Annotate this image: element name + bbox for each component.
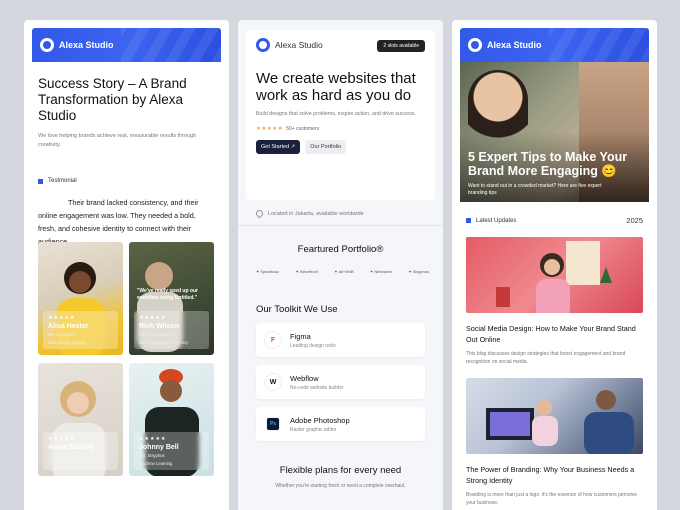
brand-header: Alexa Studio xyxy=(32,28,221,62)
logo-icon[interactable] xyxy=(468,38,482,52)
hero-subtitle: Want to stand out in a crowded market? H… xyxy=(468,183,602,196)
post-image[interactable] xyxy=(466,378,643,454)
post-photo xyxy=(486,390,634,454)
plans-subtitle: Whether you're starting fresh or need a … xyxy=(275,483,406,489)
person-name: Rich Wilson xyxy=(139,323,179,330)
logo-icon[interactable] xyxy=(40,38,54,52)
testimonial-overlay: ★★★★★ Johnny Bell PM, Sisyphus Machine L… xyxy=(134,432,209,470)
divider xyxy=(238,225,443,226)
hero-section: Alexa Studio 2 slots available We create… xyxy=(246,30,435,200)
customer-count: 50+ customers xyxy=(286,126,320,132)
get-started-button[interactable]: Get Started ↗ xyxy=(256,140,301,154)
availability-badge[interactable]: 2 slots available xyxy=(377,40,425,52)
toolkit-title: Our Toolkit We Use xyxy=(256,304,338,315)
location-line: Located in Jakarta, available worldwide xyxy=(254,208,425,219)
tool-desc: Leading design tools xyxy=(290,342,336,349)
tool-name: Webflow xyxy=(290,373,319,383)
person-role: PM, Sisyphus xyxy=(139,453,165,458)
testimonial-overlay: ★★★★★ Alisa Hester PM, Hourglass Web Des… xyxy=(43,311,118,349)
latest-updates-header: Latest Updates 2025 xyxy=(466,216,643,225)
tool-desc: Raster graphic editor xyxy=(290,426,337,433)
person-name: Johnny Bell xyxy=(139,444,179,451)
portfolio-title: Feartured Portfolio® xyxy=(297,244,384,255)
tool-item-figma[interactable]: F Figma Leading design tools xyxy=(256,323,425,357)
rating-stars: ★★★★★ xyxy=(48,436,76,442)
blog-card: Alexa Studio 5 Expert Tips to Make Your … xyxy=(452,20,657,510)
square-icon xyxy=(38,178,43,184)
testimonial-overlay: ★★★★★ Annie Stanley Designer, Catalog UX… xyxy=(43,432,118,470)
customer-rating: ★★★★★ 50+ customers xyxy=(256,126,425,132)
testimonial-quote-overlay: "We've really sped up our workflow using… xyxy=(137,288,198,301)
testimonial-card[interactable]: ★★★★★ Alisa Hester PM, Hourglass Web Des… xyxy=(38,242,123,355)
brand-logo: Nietzsche xyxy=(370,269,392,274)
plans-title: Flexible plans for every need xyxy=(279,465,402,476)
tool-name: Figma xyxy=(290,331,311,341)
tool-item-webflow[interactable]: W Webflow No-code website builder xyxy=(256,365,425,399)
brand-name[interactable]: Alexa Studio xyxy=(275,40,323,50)
post-image[interactable] xyxy=(466,237,643,313)
section-tag: Testmonial xyxy=(38,178,215,184)
hero-subtitle: Build designs that solve problems, inspi… xyxy=(256,111,416,117)
testimonial-card[interactable]: ★★★★★ Annie Stanley Designer, Catalog UX… xyxy=(38,363,123,476)
testimonial-overlay: ★★★★★ Rich Wilson COO, Command+R Web Dev… xyxy=(134,311,209,349)
hero-title: 5 Expert Tips to Make Your Brand More En… xyxy=(468,150,628,178)
latest-label: Latest Updates xyxy=(476,217,517,224)
person-company: Machine Learning xyxy=(139,460,173,466)
person-company: Web Development Agency xyxy=(139,339,189,345)
rating-stars: ★★★★★ xyxy=(139,436,167,442)
portfolio-button[interactable]: Our Portfolio xyxy=(305,140,347,154)
brand-logo: Wavefront xyxy=(295,269,318,274)
rating-stars: ★★★★★ xyxy=(256,126,284,132)
post-title[interactable]: The Power of Branding: Why Your Business… xyxy=(466,464,643,486)
post-desc: Branding is more than just a logo; it's … xyxy=(466,492,638,506)
person-role: Designer, Catalog xyxy=(48,453,82,458)
page-title: Success Story – A Brand Transformation b… xyxy=(38,76,187,123)
brand-name[interactable]: Alexa Studio xyxy=(59,40,114,50)
tag-label: Testmonial xyxy=(48,178,77,184)
person-name: Annie Stanley xyxy=(48,444,95,451)
hero-title: We create websites that work as hard as … xyxy=(256,70,416,104)
webflow-icon: W xyxy=(264,373,282,391)
cta-buttons: Get Started ↗ Our Portfolio xyxy=(256,140,425,154)
figma-icon: F xyxy=(264,331,282,349)
brand-header: Alexa Studio xyxy=(460,28,649,62)
person-company: UX Agency xyxy=(48,460,69,466)
location-pin-icon xyxy=(254,208,265,219)
featured-post-hero[interactable]: 5 Expert Tips to Make Your Brand More En… xyxy=(460,62,649,202)
testimonial-card[interactable]: ★★★★★ Johnny Bell PM, Sisyphus Machine L… xyxy=(129,363,214,476)
year-label: 2025 xyxy=(626,216,643,225)
page-subtitle: We love helping brands achieve real, mea… xyxy=(38,133,197,148)
agency-landing-card: Alexa Studio 2 slots available We create… xyxy=(238,20,443,510)
logo-icon[interactable] xyxy=(256,38,270,52)
testimonial-quote: Their brand lacked consistency, and thei… xyxy=(38,198,199,246)
person-company: Web Design Agency xyxy=(48,339,86,345)
person-role: COO, Command+R xyxy=(139,332,176,337)
square-icon xyxy=(466,218,471,223)
post-title[interactable]: Social Media Design: How to Make Your Br… xyxy=(466,323,643,345)
location-text: Located in Jakarta, available worldwide xyxy=(268,210,364,217)
post-photo xyxy=(496,241,612,313)
success-story-card: Alexa Studio Success Story – A Brand Tra… xyxy=(24,20,229,510)
tool-name: Adobe Photoshop xyxy=(290,415,350,425)
brand-logo: Alt+Shift xyxy=(334,269,354,274)
rating-stars: ★★★★★ xyxy=(139,315,167,321)
person-role: PM, Hourglass xyxy=(48,332,76,337)
tool-item-photoshop[interactable]: Ps Adobe Photoshop Raster graphic editor xyxy=(256,407,425,441)
brand-logos: Spinaltouz Wavefront Alt+Shift Nietzsche… xyxy=(256,269,429,274)
brand-name[interactable]: Alexa Studio xyxy=(487,40,542,50)
tool-desc: No-code website builder xyxy=(290,384,344,391)
rating-stars: ★★★★★ xyxy=(48,315,76,321)
person-name: Alisa Hester xyxy=(48,323,89,330)
brand-logo: Spinaltouz xyxy=(256,269,279,274)
brand-logo: Sisyphus xyxy=(408,269,429,274)
photoshop-icon: Ps xyxy=(266,417,280,431)
testimonial-card[interactable]: "We've really sped up our workflow using… xyxy=(129,242,214,355)
post-desc: This blog discusses design strategies th… xyxy=(466,351,626,365)
